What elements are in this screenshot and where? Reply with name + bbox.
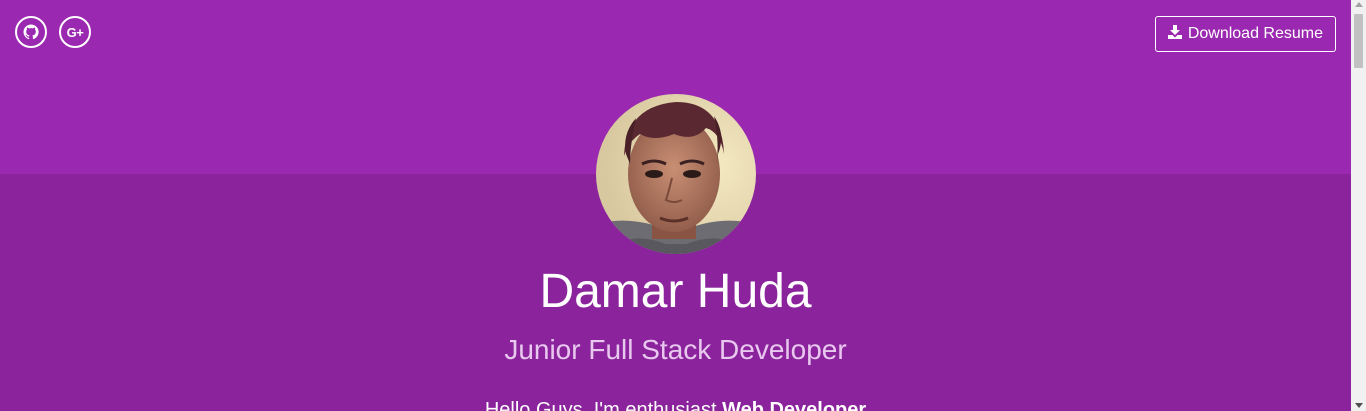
profile-role: Junior Full Stack Developer	[504, 334, 847, 365]
intro-highlight: Web Developer	[722, 399, 867, 411]
scroll-down-arrow-icon[interactable]	[1355, 403, 1363, 408]
github-icon	[23, 24, 39, 40]
page-scrollbar[interactable]	[1351, 0, 1366, 411]
download-resume-button[interactable]: Download Resume	[1154, 16, 1336, 52]
profile-intro: Hello Guys, I'm enthusiast Web Developer	[0, 397, 1351, 411]
page: G+ Download Resume Damar Huda Junior Ful…	[0, 0, 1351, 411]
profile-name: Damar Huda	[539, 265, 812, 318]
scroll-up-arrow-icon[interactable]	[1355, 2, 1363, 7]
avatar	[596, 94, 756, 254]
download-resume-label: Download Resume	[1187, 25, 1323, 42]
google-plus-link[interactable]: G+	[59, 16, 91, 48]
google-plus-icon: G+	[66, 24, 84, 40]
github-link[interactable]	[15, 16, 47, 48]
download-icon	[1167, 24, 1182, 44]
social-links: G+	[15, 16, 91, 48]
scrollbar-thumb[interactable]	[1354, 14, 1363, 68]
intro-text: Hello Guys, I'm enthusiast	[484, 399, 723, 411]
